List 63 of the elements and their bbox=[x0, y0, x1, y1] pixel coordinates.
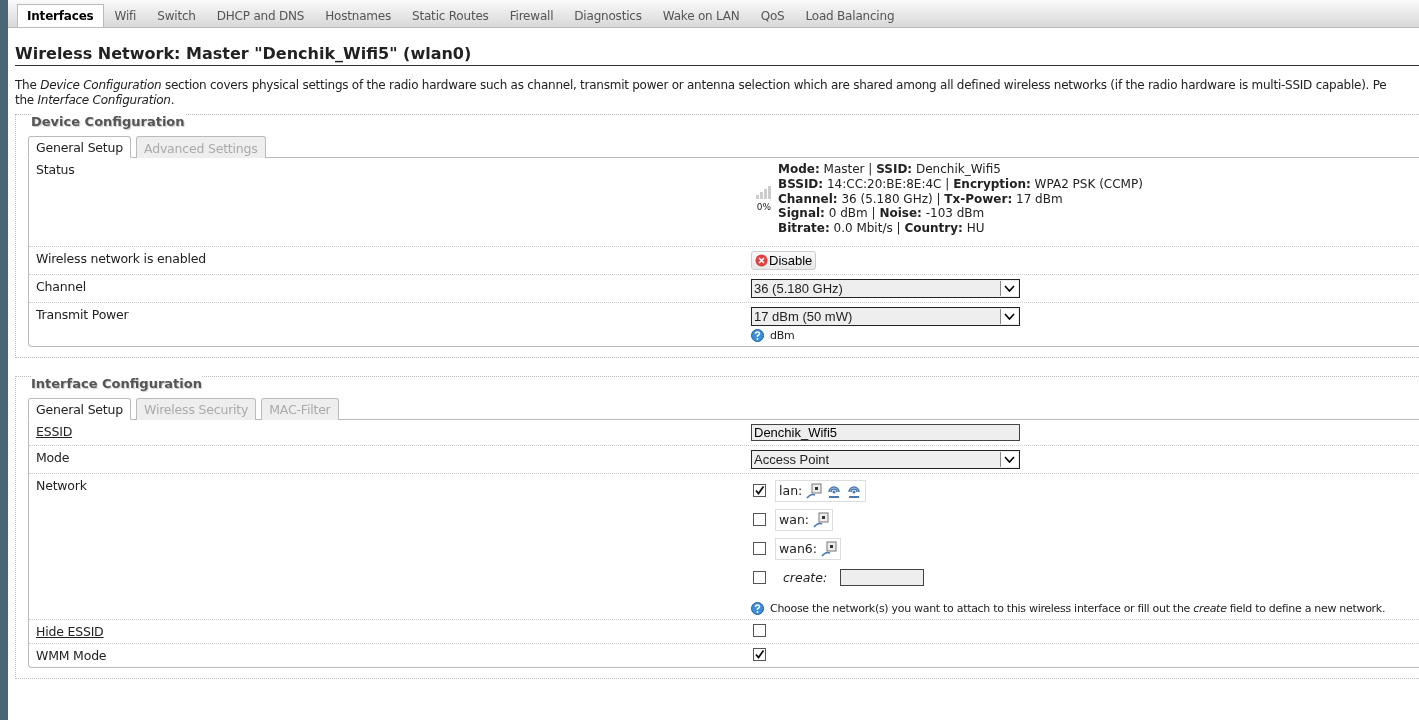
field-label: Transmit Power bbox=[36, 307, 129, 322]
nav-tab[interactable]: Interfaces bbox=[17, 4, 104, 27]
wireless-icon bbox=[846, 483, 863, 499]
nav-tab[interactable]: QoS bbox=[750, 4, 795, 27]
section-tab[interactable]: General Setup bbox=[28, 136, 132, 158]
field-label: Mode bbox=[36, 450, 70, 465]
field-label: ESSID bbox=[36, 424, 73, 439]
signal-bars-icon bbox=[756, 185, 772, 200]
chevron-down-icon bbox=[1000, 281, 1018, 296]
nav-tab[interactable]: Static Routes bbox=[402, 4, 499, 27]
help-text: Choose the network(s) you want to attach to this wireless interface or fill out the create field to define a new network. bbox=[770, 602, 1386, 615]
chevron-down-icon bbox=[1000, 452, 1018, 467]
nav-tab[interactable]: Firewall bbox=[499, 4, 564, 27]
create-field[interactable] bbox=[840, 569, 925, 587]
chevron-down-icon bbox=[1000, 309, 1018, 324]
nav-tab[interactable]: Wake on LAN bbox=[652, 4, 750, 27]
field-label: Wireless network is enabled bbox=[36, 251, 206, 266]
status-line: Signal: 0 dBm | Noise: -103 dBm bbox=[778, 206, 986, 222]
network-name: wan: bbox=[779, 512, 810, 528]
signal-percent: 0% bbox=[756, 202, 772, 213]
nav-tab[interactable]: Diagnostics bbox=[564, 4, 652, 27]
network-name: lan: bbox=[779, 483, 803, 499]
section-title: Interface Configuration bbox=[31, 376, 202, 391]
status-line: Channel: 36 (5.180 GHz) | Tx-Power: 17 dBm bbox=[778, 191, 1064, 207]
page-heading: Wireless Network: Master "Denchik_Wifi5" (wlan0) bbox=[15, 44, 1419, 66]
select-dropdown[interactable]: 17 dBm (50 mW) bbox=[751, 307, 1020, 326]
section-tab[interactable]: General Setup bbox=[28, 398, 132, 420]
nav-tab[interactable]: DHCP and DNS bbox=[206, 4, 315, 27]
create-label: create: bbox=[783, 570, 828, 586]
checkbox[interactable] bbox=[753, 484, 766, 498]
essid-field[interactable]: Denchik_Wifi5 bbox=[751, 424, 1020, 441]
checkbox[interactable] bbox=[753, 648, 766, 661]
status-line: BSSID: 14:CC:20:BE:8E:4C | Encryption: WPA2 PSK (CCMP) bbox=[778, 176, 1143, 192]
description-text: the Interface Configuration. bbox=[15, 93, 176, 108]
network-port-icon bbox=[821, 541, 837, 557]
status-line: Bitrate: 0.0 Mbit/s | Country: HU bbox=[778, 221, 986, 236]
nav-tab[interactable]: Wifi bbox=[104, 4, 147, 27]
nav-tab[interactable]: Hostnames bbox=[315, 4, 402, 27]
checkbox[interactable] bbox=[753, 542, 766, 556]
select-dropdown[interactable]: 36 (5.180 GHz) bbox=[751, 279, 1020, 298]
help-text: dBm bbox=[770, 329, 795, 342]
nav-tab[interactable]: Load Balancing bbox=[795, 4, 905, 27]
disable-button[interactable]: Disable bbox=[751, 251, 817, 270]
select-dropdown[interactable]: Access Point bbox=[751, 450, 1020, 469]
help-icon bbox=[751, 329, 764, 342]
field-label: WMM Mode bbox=[36, 648, 107, 663]
status-line: Mode: Master | SSID: Denchik_Wifi5 bbox=[778, 162, 1002, 177]
close-circle-icon bbox=[755, 254, 768, 267]
network-port-icon bbox=[806, 483, 823, 499]
help-icon bbox=[751, 602, 764, 615]
nav-tab[interactable]: Switch bbox=[147, 4, 206, 27]
description-text: The Device Configuration section covers physical settings of the radio hardware such as channel, transmit power or antenna selection which are shared among all defined wireless networks (if the radio hardware is multi-SSID capable). Pe bbox=[15, 78, 1388, 93]
wireless-icon bbox=[826, 483, 843, 499]
checkbox[interactable] bbox=[753, 624, 766, 637]
network-name: wan6: bbox=[779, 541, 817, 557]
network-port-icon bbox=[813, 512, 830, 528]
field-label: Network bbox=[36, 478, 87, 493]
checkbox[interactable] bbox=[753, 571, 766, 585]
field-label: Hide ESSID bbox=[36, 624, 104, 639]
section-title: Device Configuration bbox=[31, 114, 185, 129]
checkbox[interactable] bbox=[753, 513, 766, 527]
field-label: Channel bbox=[36, 279, 86, 294]
field-label: Status bbox=[36, 162, 75, 177]
